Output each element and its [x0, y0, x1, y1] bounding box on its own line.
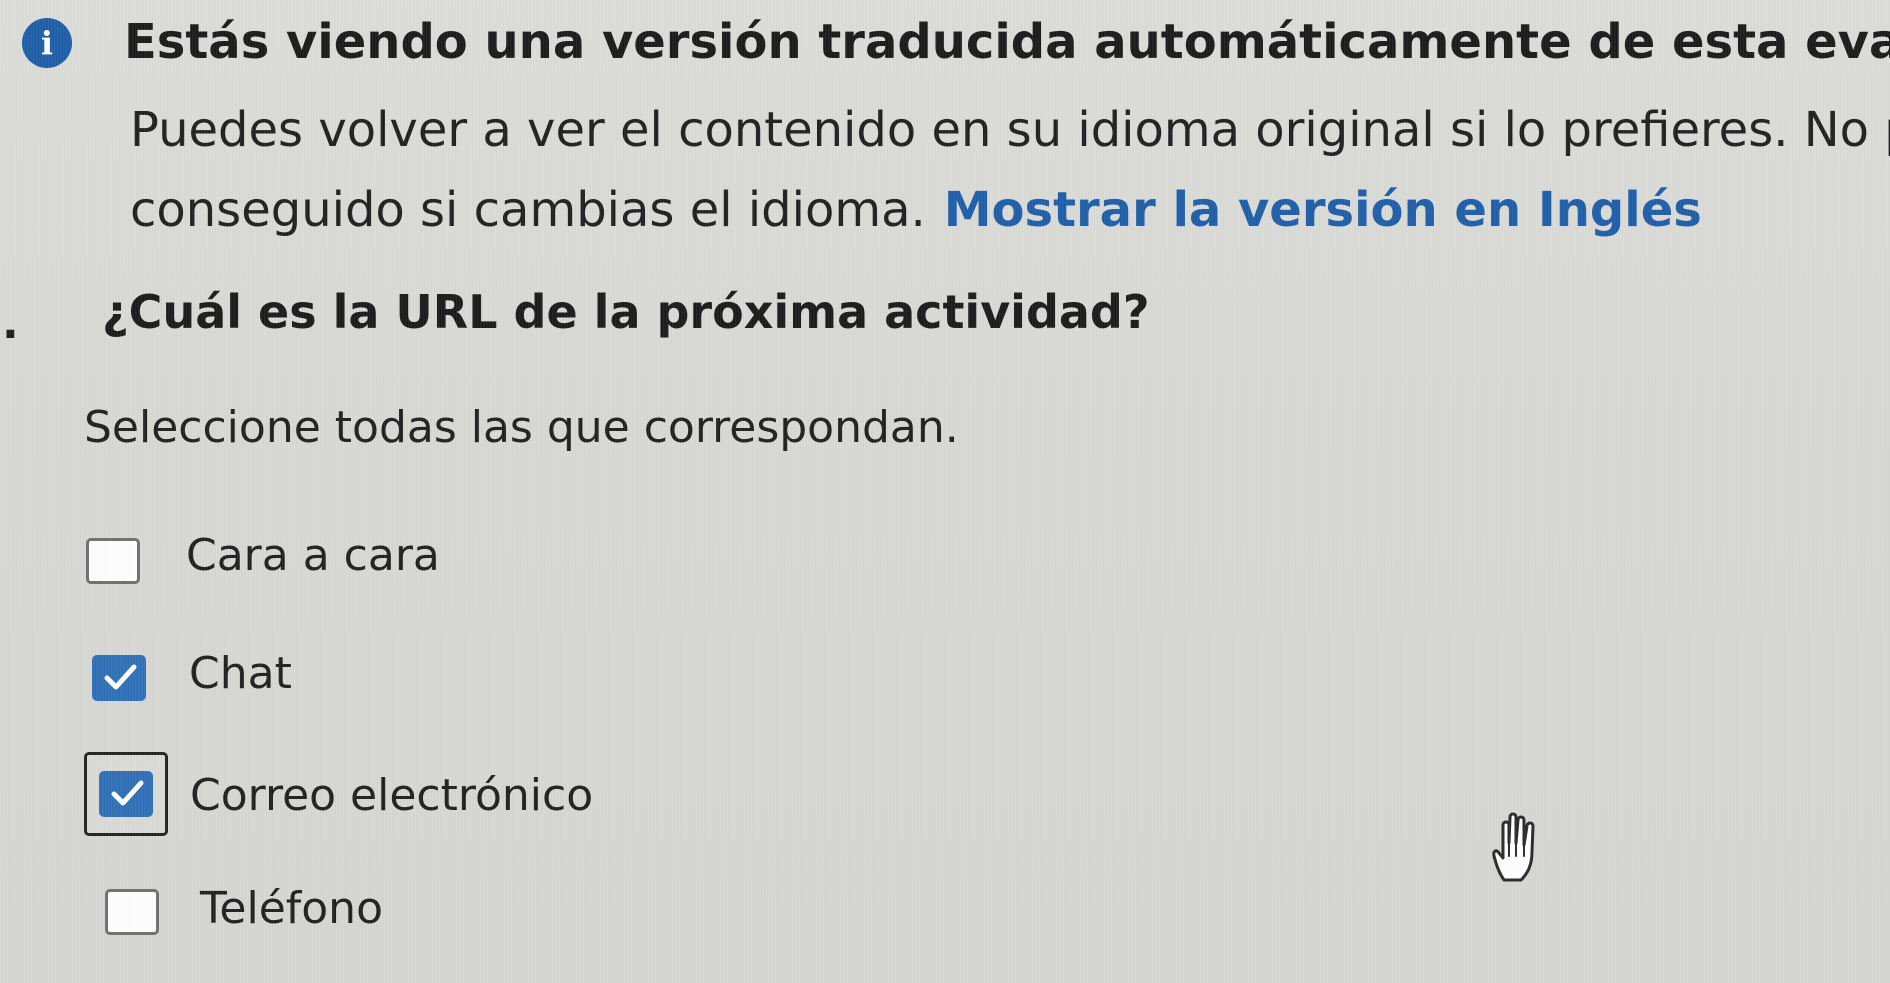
checkmark-icon: [104, 664, 137, 690]
option-label: Teléfono: [200, 883, 383, 934]
question-bullet: .: [2, 298, 19, 349]
translation-notice-body: Puedes volver a ver el contenido en su i…: [130, 90, 1890, 250]
info-icon: i: [22, 18, 72, 68]
question-instruction: Seleccione todas las que correspondan.: [84, 402, 959, 453]
option-correo-electronico[interactable]: Correo electrónico: [190, 770, 610, 846]
translation-notice-line-2-text: conseguido si cambias el idioma.: [130, 182, 926, 238]
translation-notice-title: Estás viendo una versión traducida autom…: [124, 14, 1890, 70]
checkbox-checked[interactable]: [99, 771, 153, 817]
question-title: ¿Cuál es la URL de la próxima actividad?: [102, 285, 1150, 339]
show-english-version-link[interactable]: Mostrar la versión en Inglés: [944, 182, 1702, 238]
checkmark-icon: [111, 780, 144, 806]
translation-notice: i Estás viendo una versión traducida aut…: [0, 0, 1890, 250]
option-label: Cara a cara: [186, 530, 440, 581]
checkbox-unchecked[interactable]: [86, 538, 140, 584]
hand-pointer-icon: [1492, 812, 1535, 882]
option-label: Chat: [189, 648, 292, 699]
translation-notice-line-1: Puedes volver a ver el contenido en su i…: [130, 102, 1890, 158]
assessment-screen: i Estás viendo una versión traducida aut…: [0, 0, 1890, 983]
checkbox-checked[interactable]: [92, 655, 146, 701]
translation-notice-line-2: conseguido si cambias el idioma. Mostrar …: [130, 170, 1890, 250]
focused-checkbox-frame[interactable]: [84, 752, 168, 836]
option-chat[interactable]: Chat: [92, 648, 322, 726]
checkbox-unchecked[interactable]: [105, 889, 159, 935]
option-telefono[interactable]: Teléfono: [105, 883, 425, 961]
option-label: Correo electrónico: [190, 770, 594, 821]
option-cara-a-cara[interactable]: Cara a cara: [86, 530, 446, 606]
